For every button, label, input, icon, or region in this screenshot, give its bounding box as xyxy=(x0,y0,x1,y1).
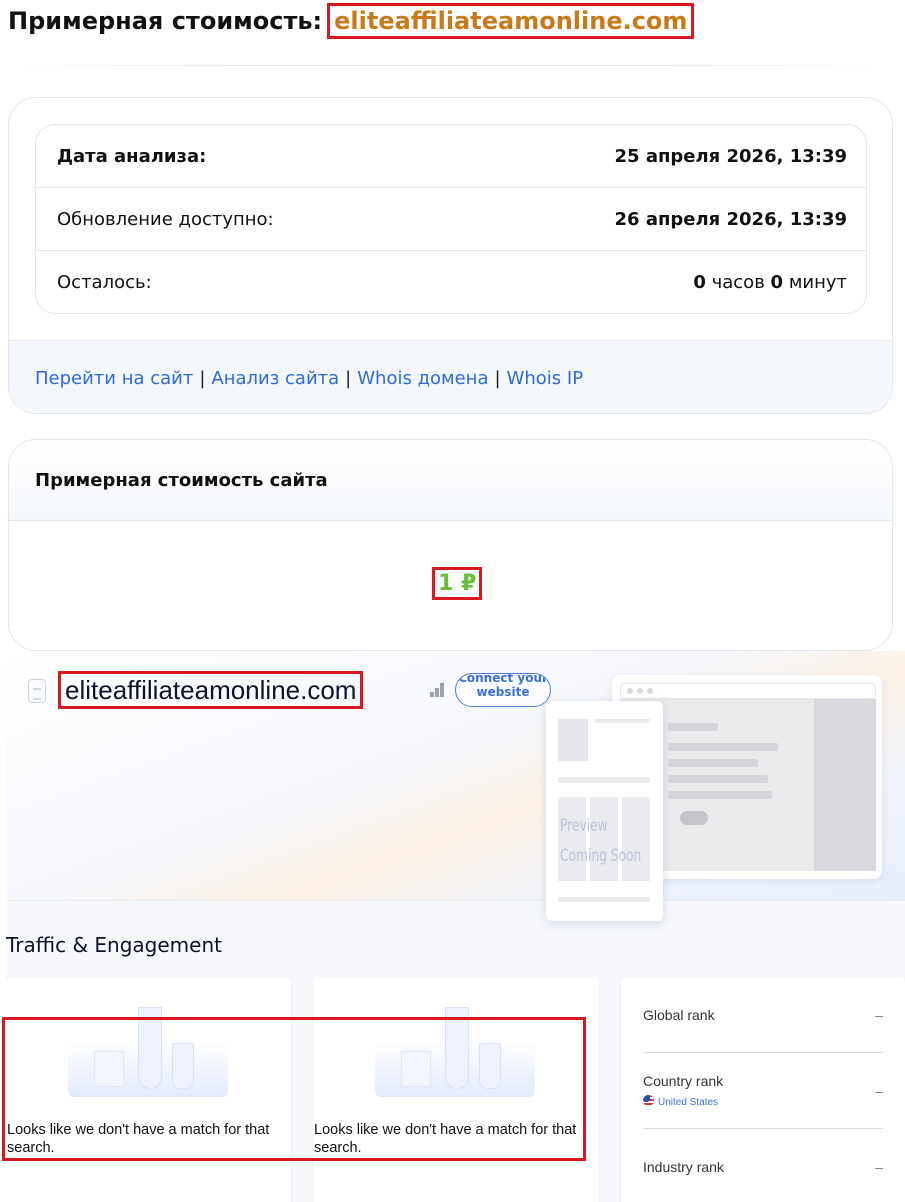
rank-label: Global rank xyxy=(643,1007,715,1023)
file-icon xyxy=(28,679,46,703)
rank-label: Industry rank xyxy=(643,1159,724,1175)
rank-value: – xyxy=(875,1007,883,1023)
empty-state-illustration xyxy=(375,1005,535,1097)
page-title-label: Примерная стоимость: xyxy=(8,7,323,35)
link-separator: | xyxy=(199,367,206,389)
empty-state-text: Looks like we don't have a match for tha… xyxy=(314,1122,577,1156)
site-price-card: Примерная стоимость сайта 1 ₽ xyxy=(8,439,893,651)
traffic-empty-card: Looks like we don't have a match for tha… xyxy=(6,977,291,1202)
remaining-time-value: 0 часов 0 минут xyxy=(693,272,847,293)
similarweb-panel: eliteaffiliateamonline.com Connect your … xyxy=(6,651,905,1202)
info-row-analysis-date: Дата анализа: 25 апреля 2026, 13:39 xyxy=(36,125,866,188)
analysis-info-table: Дата анализа: 25 апреля 2026, 13:39 Обно… xyxy=(35,124,867,314)
info-value: 25 апреля 2026, 13:39 xyxy=(614,145,848,167)
rank-value: – xyxy=(875,1159,883,1175)
rank-card: Global rank – Country rank United States… xyxy=(621,977,905,1202)
page-title-domain: eliteaffiliateamonline.com xyxy=(327,3,695,39)
whois-domain-link[interactable]: Whois домена xyxy=(357,368,488,389)
page-title: Примерная стоимость: eliteaffiliateamonl… xyxy=(8,2,695,40)
remaining-hours-num: 0 xyxy=(693,272,706,293)
rank-label: Country rank xyxy=(643,1073,724,1089)
signal-bars-icon xyxy=(430,683,446,697)
header-divider xyxy=(8,65,888,66)
analysis-info-card: Дата анализа: 25 апреля 2026, 13:39 Обно… xyxy=(8,97,893,414)
info-row-update-available: Обновление доступно: 26 апреля 2026, 13:… xyxy=(36,188,866,251)
whois-ip-link[interactable]: Whois IP xyxy=(507,368,583,389)
info-key: Осталось: xyxy=(57,272,152,293)
site-price-value: 1 ₽ xyxy=(432,567,483,600)
empty-state-text: Looks like we don't have a match for tha… xyxy=(7,1122,270,1156)
site-analysis-link[interactable]: Анализ сайта xyxy=(211,368,339,389)
info-row-remaining: Осталось: 0 часов 0 минут xyxy=(36,251,866,313)
industry-rank-row: Industry rank – xyxy=(643,1129,883,1202)
traffic-section-title: Traffic & Engagement xyxy=(6,933,222,957)
remaining-minutes-num: 0 xyxy=(770,272,784,293)
site-price-title: Примерная стоимость сайта xyxy=(9,440,892,521)
link-separator: | xyxy=(345,367,352,389)
site-links-bar: Перейти на сайт | Анализ сайта | Whois д… xyxy=(9,340,892,413)
rank-value: – xyxy=(875,1083,883,1099)
preview-coming-soon-text: Preview Coming Soon xyxy=(560,816,642,866)
country-rank-row: Country rank United States – xyxy=(643,1053,883,1129)
mobile-preview-mockup: Preview Coming Soon xyxy=(546,701,663,921)
info-key: Дата анализа: xyxy=(57,145,207,167)
browser-bar xyxy=(620,683,876,699)
global-rank-row: Global rank – xyxy=(643,977,883,1053)
info-key: Обновление доступно: xyxy=(57,208,274,230)
remaining-hours-word: часов xyxy=(711,272,765,293)
go-to-site-link[interactable]: Перейти на сайт xyxy=(35,368,193,389)
remaining-minutes-word: минут xyxy=(788,272,847,293)
us-flag-icon xyxy=(643,1095,654,1106)
engagement-empty-card: Looks like we don't have a match for tha… xyxy=(313,977,599,1202)
connect-website-label: Connect your website xyxy=(458,673,548,699)
connect-website-button[interactable]: Connect your website xyxy=(455,673,551,707)
link-separator: | xyxy=(494,367,501,389)
info-value: 26 апреля 2026, 13:39 xyxy=(614,208,848,230)
similarweb-domain: eliteaffiliateamonline.com xyxy=(58,671,364,709)
empty-state-illustration xyxy=(68,1005,228,1097)
country-name[interactable]: United States xyxy=(643,1095,718,1108)
similarweb-hero: eliteaffiliateamonline.com Connect your … xyxy=(6,651,905,921)
